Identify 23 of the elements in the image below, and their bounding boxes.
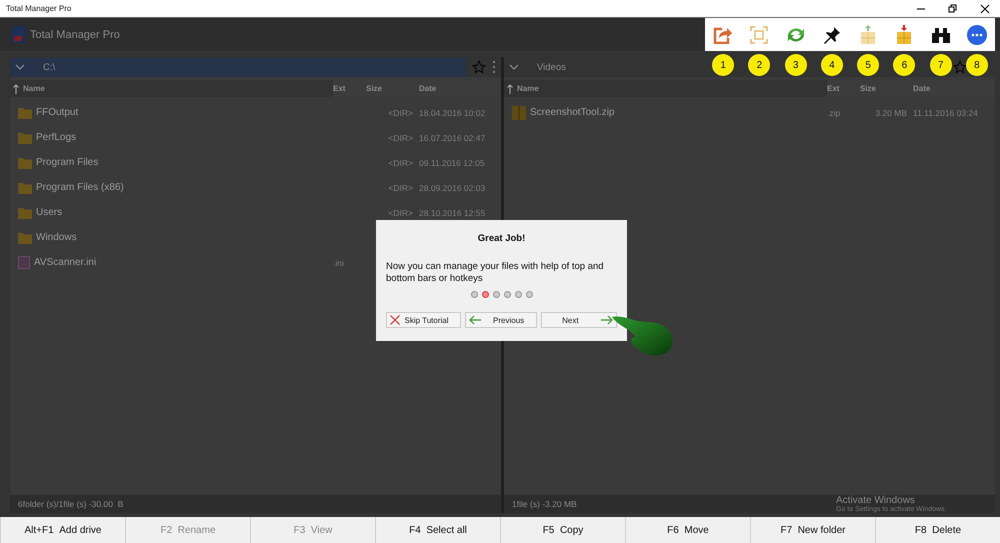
file-date: 18.04.2016 10:02 [419, 108, 486, 118]
file-size: 3.20 MB [875, 108, 907, 118]
file-date: 16.07.2016 02:47 [419, 132, 486, 142]
file-date: 28.10.2016 12:55 [419, 208, 486, 218]
app-title: Total Manager Pro [30, 28, 120, 40]
file-date: 09.11.2016 12:05 [419, 158, 485, 168]
dialog-message: Now you can manage your files with help of top and bottom bars or hotkeys [386, 261, 605, 285]
status-text: 1file (s) -3.20 MB [512, 499, 577, 509]
dialog-title: Great Job! [476, 233, 526, 244]
path-text: Videos [537, 62, 566, 72]
file-size: <DIR> [388, 108, 413, 118]
file-size: <DIR> [388, 132, 413, 142]
status-text: 6folder (s)/1file (s) -30.00 B [18, 499, 124, 509]
activation-title: Activate Windows [836, 495, 916, 506]
file-extension: .zip [827, 108, 840, 118]
file-size: <DIR> [388, 208, 413, 218]
file-date: 28.09.2016 02:03 [419, 182, 486, 192]
file-size: <DIR> [388, 158, 413, 168]
file-date: 11.11.2016 03:24 [913, 108, 978, 118]
file-size: <DIR> [388, 182, 413, 192]
path-text: C:\ [43, 62, 56, 72]
file-extension: .ini [333, 258, 344, 268]
window-title: Total Manager Pro [6, 4, 72, 13]
